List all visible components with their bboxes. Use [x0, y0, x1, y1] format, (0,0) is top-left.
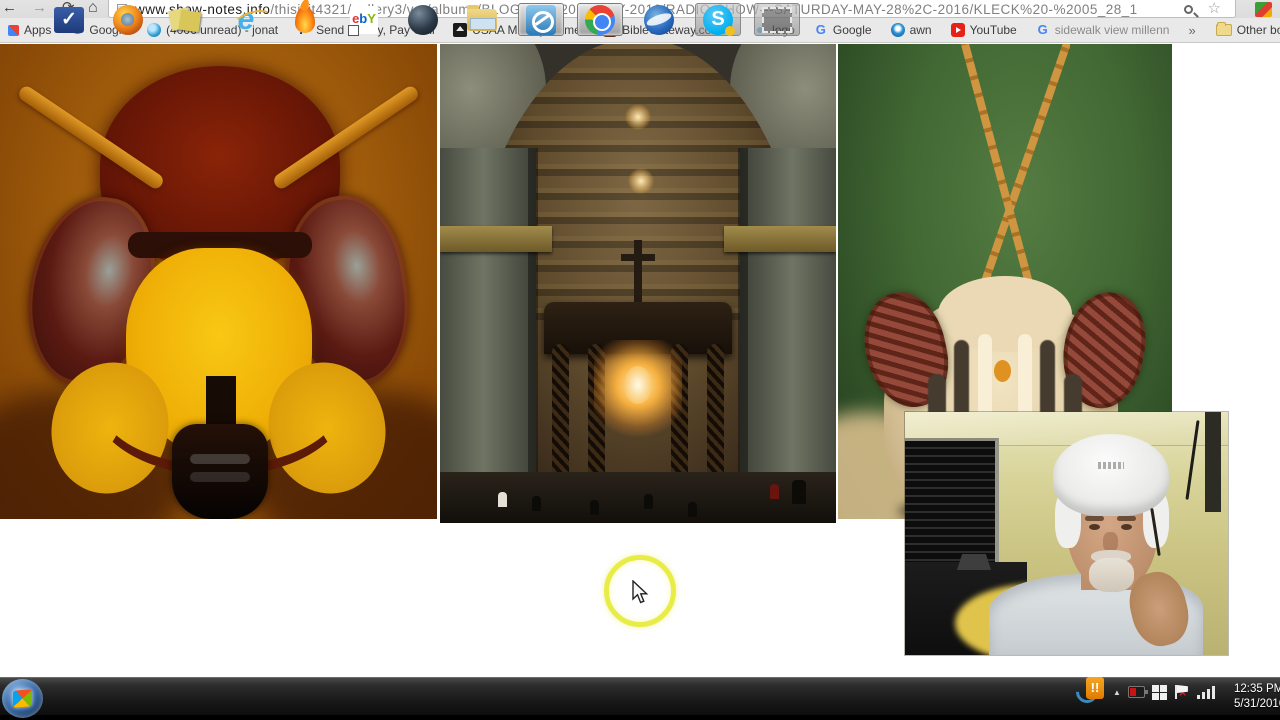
basilica-gold-inscription-right: [724, 226, 836, 252]
gallery-image-basilica-interior[interactable]: [440, 44, 836, 523]
clock-time: 12:35 PM: [1234, 683, 1280, 695]
folder-icon: [1215, 22, 1232, 36]
taskbar-icons: ✓ e ebY S: [46, 3, 800, 36]
chrome-icon: [585, 4, 615, 35]
taskbar-windows-explorer[interactable]: [459, 3, 505, 36]
basilica-gold-inscription-left: [440, 226, 552, 252]
taskbar-ebay-shortcut[interactable]: ebY: [341, 3, 387, 36]
bookmark-sidewalk[interactable]: Gsidewalk view millenn: [1036, 22, 1170, 38]
man-goatee: [1089, 558, 1134, 592]
taskbar-sticky-notes[interactable]: [164, 3, 210, 36]
webcam-window-blinds: [905, 438, 999, 570]
recorder-icon: [526, 4, 556, 35]
person: [688, 502, 697, 517]
windows-tray-icon[interactable]: [1151, 684, 1167, 700]
ie-icon: e: [237, 2, 255, 36]
basilica-altar-glow: [594, 340, 682, 440]
taskbar-firefox[interactable]: [105, 3, 151, 36]
search-icon[interactable]: [1184, 5, 1193, 14]
extension-icon[interactable]: [1255, 2, 1272, 17]
man-eyebrow-left: [1085, 516, 1104, 521]
explorer-folder-icon: [467, 4, 497, 31]
man-eye-left: [1089, 524, 1100, 530]
taskbar-google-earth[interactable]: [636, 3, 682, 36]
battery-icon[interactable]: [1127, 686, 1148, 698]
firefox-icon: [113, 4, 143, 35]
person: [792, 480, 806, 504]
basilica-floor: [440, 472, 836, 523]
taskbar-internet-explorer[interactable]: e: [223, 3, 269, 36]
taskbar-skype[interactable]: S: [695, 3, 741, 36]
man-eye-right: [1121, 524, 1132, 530]
basilica-pilaster: [738, 148, 748, 523]
other-bookmarks-button[interactable]: Other bookm: [1215, 22, 1280, 37]
tray-alert[interactable]: !!: [1071, 676, 1106, 708]
bookmark-apps[interactable]: Apps: [8, 23, 51, 37]
windows-flag-icon: [13, 689, 32, 708]
gallery-page: [0, 44, 1280, 677]
webcam-lamp: [957, 554, 991, 570]
google-g-icon: G: [815, 22, 826, 37]
clock-date: 5/31/2016: [1234, 698, 1280, 710]
system-tray: !! ▲ ×: [1071, 676, 1215, 708]
bookmarks-overflow-chevron[interactable]: »: [1188, 23, 1195, 38]
taskbar-screen-recorder[interactable]: [518, 3, 564, 36]
taskbar-chrome[interactable]: [577, 3, 623, 36]
show-hidden-icons-button[interactable]: ▲: [1113, 688, 1121, 697]
taskbar-media-sphere-app[interactable]: [400, 3, 446, 36]
person: [770, 484, 779, 499]
basilica-cross: [621, 240, 655, 302]
basilica-pillar-right: [740, 148, 836, 523]
back-icon[interactable]: ←: [2, 0, 17, 18]
webcam-overlay: [905, 412, 1228, 655]
person: [532, 496, 541, 511]
forward-icon[interactable]: →: [32, 0, 47, 18]
taskbar-checkmark-app[interactable]: ✓: [46, 3, 92, 36]
taskbar-snip-app[interactable]: [754, 3, 800, 36]
flame-icon: [295, 6, 315, 33]
person: [498, 492, 507, 507]
screen: ← → ⟳ ⌂ www.show-notes.info/thisisit4321…: [0, 0, 1280, 720]
skype-icon: S: [703, 4, 735, 36]
person: [590, 500, 599, 515]
man-white-beanie: [1053, 434, 1169, 516]
network-signal-icon[interactable]: [1196, 685, 1215, 699]
man-eyebrow-right: [1117, 516, 1136, 521]
mouse-cursor: [632, 580, 649, 604]
apps-grid-icon: [8, 24, 19, 36]
bookmark-youtube[interactable]: YouTube: [950, 23, 1017, 37]
man-nose: [1103, 532, 1118, 552]
start-button[interactable]: [2, 679, 43, 718]
taskbar-flame-app[interactable]: [282, 3, 328, 36]
basilica-vault-light: [628, 168, 654, 194]
sticky-note-icon: [178, 9, 202, 33]
bookmark-awn[interactable]: awn: [890, 23, 932, 37]
gallery-image-hornet-head[interactable]: [0, 44, 437, 519]
webcam-pole: [1205, 412, 1221, 512]
awn-icon: [890, 23, 905, 37]
dashed-selection-icon: [762, 6, 792, 33]
action-center-flag-icon[interactable]: ×: [1174, 684, 1190, 700]
basilica-pilaster: [528, 148, 538, 523]
checkmark-icon: ✓: [54, 6, 84, 33]
beanie-logo: [1098, 462, 1124, 469]
bookmark-star-icon[interactable]: ☆: [1208, 0, 1221, 17]
hornet-mandibles: [172, 424, 268, 519]
google-g-icon: G: [1037, 22, 1048, 37]
basilica-pillar-left: [440, 148, 536, 523]
ebay-icon: ebY: [348, 5, 378, 36]
youtube-icon: [950, 23, 965, 37]
basilica-vault-light: [625, 104, 651, 130]
person: [644, 494, 653, 509]
bookmark-google-2[interactable]: G Google: [814, 22, 872, 38]
taskbar-clock[interactable]: 12:35 PM 5/31/2016: [1234, 682, 1280, 712]
sphere-icon: [408, 4, 438, 35]
google-earth-icon: [644, 4, 674, 35]
alert-icon: !!: [1086, 677, 1104, 699]
